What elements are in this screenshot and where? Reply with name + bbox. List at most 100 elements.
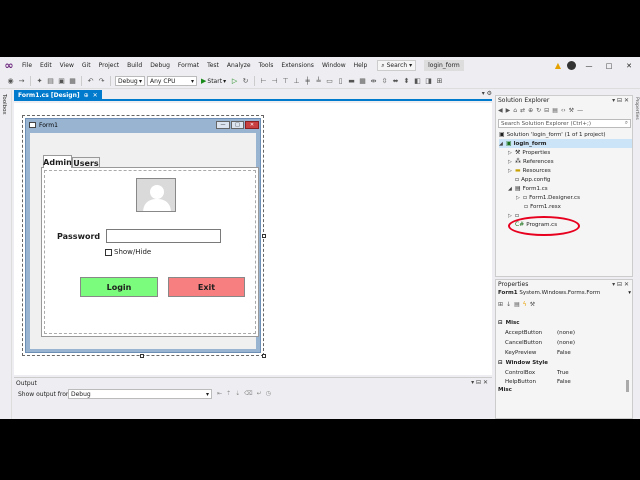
checkbox-box[interactable] (105, 248, 112, 256)
form-selection-frame[interactable]: Form1 — □ ✕ Admin Users Password Show/Hi… (22, 115, 264, 356)
home-icon[interactable]: ⌂ (513, 107, 517, 114)
send-to-back-icon[interactable]: ◨ (424, 77, 433, 86)
tab-form1-design[interactable]: Form1.cs [Design] ⊕ ✕ (14, 90, 102, 101)
collapse-icon[interactable]: ⊟ (498, 360, 503, 366)
view-code-icon[interactable]: ‹› (561, 107, 566, 114)
tree-item-properties[interactable]: ▷ ⚒ Properties (508, 148, 550, 157)
menu-debug[interactable]: Debug (146, 57, 174, 74)
collapse-icon[interactable]: ⊟ (498, 320, 503, 326)
center-horizontally-icon[interactable]: ⬌ (391, 77, 400, 86)
make-same-width-icon[interactable]: ▯ (336, 77, 345, 86)
back-icon[interactable]: ◀ (498, 107, 503, 114)
menu-build[interactable]: Build (123, 57, 146, 74)
size-to-grid-icon[interactable]: ▦ (358, 77, 367, 86)
menu-tools[interactable]: Tools (255, 57, 278, 74)
bring-to-front-icon[interactable]: ◧ (413, 77, 422, 86)
property-value[interactable]: True (557, 370, 569, 376)
sync-icon[interactable]: ↻ (536, 107, 541, 114)
configuration-select[interactable]: Debug ▾ (115, 76, 145, 86)
alphabetical-icon[interactable]: ↓ (506, 301, 511, 308)
close-tab-icon[interactable]: ✕ (93, 92, 98, 99)
timestamp-icon[interactable]: ◷ (266, 390, 271, 397)
properties-wrench-icon[interactable]: ⚒ (569, 107, 574, 114)
property-value[interactable]: (none) (557, 340, 575, 346)
save-icon[interactable]: ▣ (57, 77, 66, 86)
tree-item-solution[interactable]: ▣ Solution 'login_form' (1 of 1 project) (499, 130, 606, 139)
property-pages-icon[interactable]: ⚒ (530, 301, 535, 308)
property-row[interactable]: CancelButton (none) (505, 340, 631, 346)
password-input[interactable] (106, 229, 221, 243)
search-box[interactable]: ⌕ Search ▾ (377, 60, 417, 71)
output-source-select[interactable]: Debug ▾ (68, 389, 212, 399)
collapse-all-icon[interactable]: ⊟ (544, 107, 549, 114)
open-folder-icon[interactable]: ▤ (46, 77, 55, 86)
preview-icon[interactable]: — (577, 107, 583, 114)
expanded-arrow-icon[interactable]: ◢ (499, 141, 504, 147)
property-value[interactable]: (none) (557, 330, 575, 336)
start-button[interactable]: ▶ Start ▾ (199, 77, 228, 85)
pin-icon[interactable]: ⊕ (84, 92, 89, 99)
resize-handle-corner[interactable] (262, 354, 266, 358)
properties-icon[interactable]: ▤ (514, 301, 520, 308)
tree-item-project[interactable]: ◢ ▣ login_form (499, 139, 632, 148)
resize-handle-bottom[interactable] (140, 354, 144, 358)
menu-edit[interactable]: Edit (36, 57, 56, 74)
properties-side-label[interactable]: Properties (634, 97, 639, 120)
word-wrap-icon[interactable]: ↵ (257, 390, 262, 397)
previous-message-icon[interactable]: ⇡ (226, 390, 231, 397)
redo-icon[interactable]: ↷ (97, 77, 106, 86)
exit-button[interactable]: Exit (168, 277, 245, 297)
property-row[interactable]: HelpButton False (505, 379, 631, 384)
collapsed-arrow-icon[interactable]: ▷ (508, 159, 513, 165)
minimize-button[interactable]: — (582, 62, 596, 70)
switch-views-icon[interactable]: ⇄ (520, 107, 525, 114)
menu-view[interactable]: View (56, 57, 78, 74)
tree-item-form1[interactable]: ◢ ▤ Form1.cs (508, 184, 548, 193)
forward-icon[interactable]: ▶ (506, 107, 511, 114)
navigate-forward-icon[interactable]: → (17, 77, 26, 86)
properties-object-select[interactable]: Form1 System.Windows.Forms.Form ▾ (498, 290, 631, 296)
next-message-icon[interactable]: ⇣ (235, 390, 240, 397)
menu-file[interactable]: File (18, 57, 36, 74)
save-all-icon[interactable]: ▦ (68, 77, 77, 86)
start-without-debugging-icon[interactable]: ▷ (230, 77, 239, 86)
new-item-icon[interactable]: ✦ (35, 77, 44, 86)
find-message-icon[interactable]: ⇤ (217, 390, 222, 397)
show-hide-checkbox[interactable]: Show/Hide (105, 248, 151, 256)
resize-handle-right[interactable] (262, 234, 266, 238)
properties-scrollbar[interactable] (626, 380, 629, 392)
collapsed-arrow-icon[interactable]: ▷ (508, 168, 513, 174)
pane-controls-icon[interactable]: ▾ ⊟ ✕ (612, 97, 629, 104)
toolbox-strip[interactable]: Toolbox (0, 90, 12, 419)
property-row[interactable]: ControlBox True (505, 370, 631, 376)
collapsed-arrow-icon[interactable]: ▷ (516, 195, 521, 201)
menu-extensions[interactable]: Extensions (277, 57, 318, 74)
menu-help[interactable]: Help (350, 57, 372, 74)
make-same-height-icon[interactable]: ▬ (347, 77, 356, 86)
platform-select[interactable]: Any CPU ▾ (147, 76, 197, 86)
property-value[interactable]: False (557, 379, 571, 384)
collapsed-arrow-icon[interactable]: ▷ (508, 150, 513, 156)
pending-changes-icon[interactable]: ⊕ (528, 107, 533, 114)
property-value[interactable]: False (557, 350, 571, 356)
tree-item-resources[interactable]: ▷ ▬ Resources (508, 166, 551, 175)
avatar[interactable] (567, 61, 576, 70)
hot-reload-icon[interactable]: ↻ (241, 77, 250, 86)
menu-test[interactable]: Test (203, 57, 223, 74)
align-tops-icon[interactable]: ⊥ (292, 77, 301, 86)
tab-overflow-icon[interactable]: ▾ ⚙ (482, 90, 492, 97)
toolbox-label[interactable]: Toolbox (1, 94, 7, 115)
align-middles-icon[interactable]: ╪ (303, 77, 312, 86)
menu-git[interactable]: Git (78, 57, 95, 74)
align-bottoms-icon[interactable]: ╧ (314, 77, 323, 86)
menu-format[interactable]: Format (174, 57, 203, 74)
menu-window[interactable]: Window (318, 57, 350, 74)
menu-project[interactable]: Project (95, 57, 124, 74)
close-button[interactable]: ✕ (622, 62, 636, 70)
category-window-style[interactable]: ⊟ Window Style (498, 360, 548, 366)
output-pane-controls-icon[interactable]: ▾ ⊟ ✕ (471, 379, 488, 386)
vertical-spacing-icon[interactable]: ⇳ (380, 77, 389, 86)
user-picture-box[interactable] (136, 178, 176, 212)
category-misc[interactable]: ⊟ Misc (498, 320, 520, 326)
expanded-arrow-icon[interactable]: ◢ (508, 186, 513, 192)
